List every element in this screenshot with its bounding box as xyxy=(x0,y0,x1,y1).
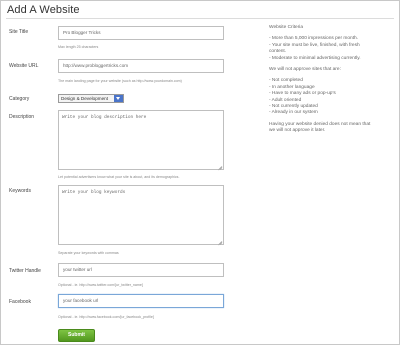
keywords-text: Write your blog keywords xyxy=(62,190,126,195)
chevron-down-icon[interactable] xyxy=(114,95,123,102)
criteria-list: - More than 5,000 impressions per month.… xyxy=(269,36,393,62)
description-label: Description xyxy=(9,114,35,120)
submit-button[interactable]: Submit xyxy=(58,329,95,342)
keywords-textarea[interactable]: Write your blog keywords xyxy=(58,185,224,246)
site-title-label: Site Title xyxy=(9,29,29,35)
page-title: Add A Website xyxy=(7,4,80,16)
reject-list: - Not completed - In another language - … xyxy=(269,78,393,116)
description-text: Write your blog description here xyxy=(62,115,147,120)
criteria-heading: Website Criteria xyxy=(269,25,304,30)
twitter-help: Optional - ie. http://www.twitter.com/[u… xyxy=(58,283,143,287)
resize-grip-icon[interactable] xyxy=(217,163,223,171)
keywords-help: Separate your keywords with commas xyxy=(58,251,119,255)
site-title-input[interactable]: Pro Blogger Tricks xyxy=(58,26,224,40)
twitter-input[interactable]: your twitter url xyxy=(58,263,224,277)
website-url-label: Website URL xyxy=(9,63,39,69)
site-title-help: Max length 25 characters xyxy=(58,45,99,49)
description-textarea[interactable]: Write your blog description here xyxy=(58,110,224,171)
facebook-help: Optional - ie. http://www.facebook.com/[… xyxy=(58,315,154,319)
keywords-label: Keywords xyxy=(9,188,31,194)
website-url-help: The main landing page for your website (… xyxy=(58,79,182,83)
list-item: - Already in our system xyxy=(269,110,318,116)
category-selected-value: Design & Development xyxy=(61,96,108,101)
category-select[interactable]: Design & Development xyxy=(58,94,124,103)
list-item: - Moderate to minimal advertising curren… xyxy=(269,55,361,61)
reject-heading: We will not approve sites that are: xyxy=(269,67,341,73)
facebook-input[interactable]: your facebook url xyxy=(58,294,224,308)
category-label: Category xyxy=(9,96,30,102)
criteria-sidebar: Website Criteria - More than 5,000 impre… xyxy=(269,25,393,135)
website-url-input[interactable]: http://www.probloggertricks.com xyxy=(58,59,224,73)
description-help: Let potential advertisers know what your… xyxy=(58,175,180,179)
resize-grip-icon[interactable] xyxy=(217,238,223,246)
facebook-label: Facebook xyxy=(9,299,31,305)
twitter-label: Twitter Handle xyxy=(9,268,41,274)
title-divider xyxy=(6,18,394,19)
approval-note-line-2: we will not approve it later. xyxy=(269,128,326,134)
